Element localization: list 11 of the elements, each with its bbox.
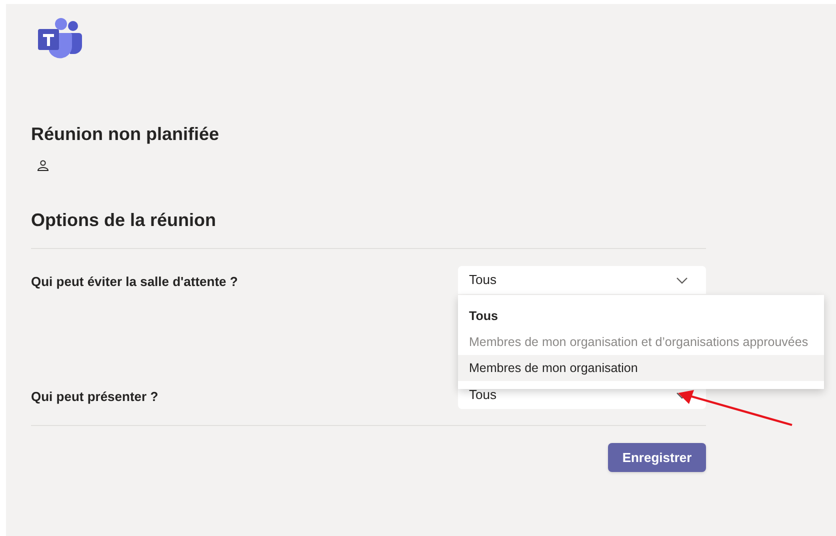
option-label: Qui peut éviter la salle d'attente ?: [31, 273, 239, 291]
dropdown-option[interactable]: Tous: [458, 303, 824, 329]
dropdown-option[interactable]: Membres de mon organisation: [458, 355, 824, 381]
dropdown-select[interactable]: Tous: [458, 266, 706, 294]
meeting-title: Réunion non planifiée: [31, 123, 220, 146]
option-label: Qui peut présenter ?: [31, 388, 160, 406]
person-icon: [37, 160, 49, 172]
section-heading: Options de la réunion: [31, 209, 218, 232]
save-button[interactable]: Enregistrer: [608, 443, 706, 472]
logo-icon: [38, 18, 82, 60]
chevron-down-icon: [676, 276, 688, 284]
